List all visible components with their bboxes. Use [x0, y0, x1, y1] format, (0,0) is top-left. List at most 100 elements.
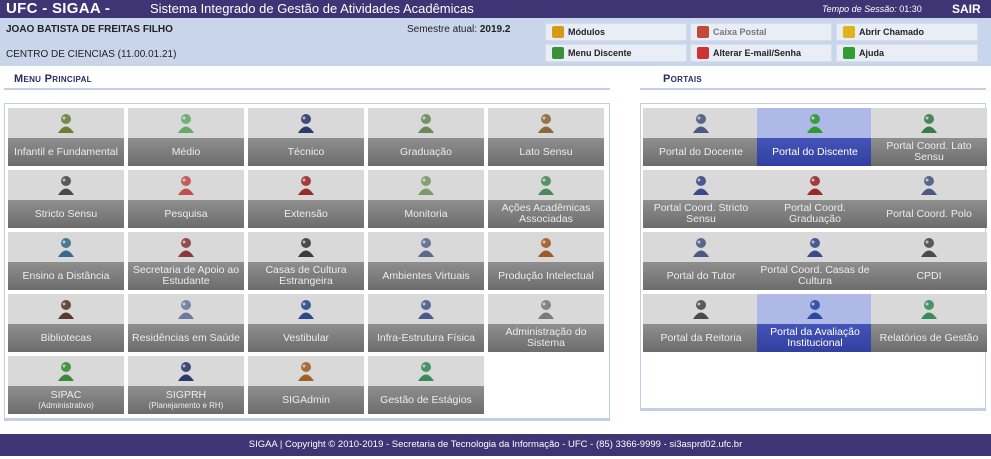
portals-panel: Portal do Docente Portal do Discente Porta…: [640, 103, 987, 411]
tile-title: SIPAC: [50, 388, 82, 401]
tile-doctor[interactable]: Residências em Saúde: [128, 294, 244, 352]
tile-books-stack[interactable]: Graduação: [368, 108, 484, 166]
footer: SIGAA | Copyright © 2010-2019 - Secretar…: [0, 434, 991, 456]
tile-pencil[interactable]: Médio: [128, 108, 244, 166]
user-info-bar: JOAO BATISTA DE FREITAS FILHO CENTRO DE …: [0, 18, 991, 66]
briefcase-icon: [55, 174, 77, 196]
tile-label: Portal da Avaliação Institucional: [757, 324, 873, 352]
quick-link-help[interactable]: Ajuda: [836, 44, 978, 62]
portals-title: Portais: [663, 73, 703, 85]
quick-link-ticket[interactable]: Abrir Chamado: [836, 23, 978, 41]
tile-book[interactable]: Técnico: [248, 108, 364, 166]
tile-globe[interactable]: Ensino a Distância: [8, 232, 124, 290]
tile-notebook[interactable]: Lato Sensu: [488, 108, 604, 166]
tile-title: Ações Acadêmicas Associadas: [501, 202, 591, 225]
tile-gear[interactable]: Administração do Sistema: [488, 294, 604, 352]
tile-reports[interactable]: Relatórios de Gestão: [871, 294, 987, 352]
tile-tutor[interactable]: Portal do Tutor: [643, 232, 759, 290]
tile-title: Gestão de Estágios: [380, 393, 472, 406]
tile-student[interactable]: Portal do Discente: [757, 108, 873, 166]
tile-title: Ambientes Virtuais: [382, 269, 470, 282]
tile-label: CPDI: [871, 262, 987, 290]
tile-person[interactable]: SIGPRH (Planejamento e RH): [128, 356, 244, 414]
tile-admin-user[interactable]: SIGAdmin: [248, 356, 364, 414]
tile-polo[interactable]: Portal Coord. Polo: [871, 170, 987, 228]
polo-icon: [918, 174, 940, 196]
tile-teacher[interactable]: Portal do Docente: [643, 108, 759, 166]
tile-label: Médio: [128, 138, 244, 166]
tile-label: Lato Sensu: [488, 138, 604, 166]
quick-link-label: Alterar E-mail/Senha: [713, 48, 802, 58]
doctor-icon: [175, 298, 197, 320]
system-name: Sistema Integrado de Gestão de Atividade…: [150, 1, 474, 16]
presentation-board-icon: [415, 174, 437, 196]
money-icon: [55, 360, 77, 382]
culture-icon: [295, 236, 317, 258]
brand-title: UFC - SIGAA -: [6, 0, 111, 17]
tile-coordinator-blue[interactable]: Portal Coord. Stricto Sensu: [643, 170, 759, 228]
globe-icon: [55, 236, 77, 258]
student-menu-icon: [552, 47, 564, 59]
gift-icon: [295, 174, 317, 196]
tile-label: Gestão de Estágios: [368, 386, 484, 414]
change-password-icon: [697, 47, 709, 59]
person-icon: [175, 360, 197, 382]
flask-icon: [175, 174, 197, 196]
tile-label: Casas de Cultura Estrangeira: [248, 262, 364, 290]
quick-link-label: Menu Discente: [568, 48, 632, 58]
tile-pencil-cup[interactable]: Infantil e Fundamental: [8, 108, 124, 166]
user-name: JOAO BATISTA DE FREITAS FILHO: [6, 24, 173, 35]
tutor-icon: [690, 236, 712, 258]
book-icon: [295, 112, 317, 134]
tile-rector[interactable]: Portal da Reitoria: [643, 294, 759, 352]
tile-label: Infantil e Fundamental: [8, 138, 124, 166]
tile-coordinator-red[interactable]: Portal Coord. Graduação: [757, 170, 873, 228]
quick-link-change-password[interactable]: Alterar E-mail/Senha: [690, 44, 832, 62]
tile-cpdi[interactable]: CPDI: [871, 232, 987, 290]
tile-money[interactable]: SIPAC (Administrativo): [8, 356, 124, 414]
tile-culture[interactable]: Casas de Cultura Estrangeira: [248, 232, 364, 290]
tile-label: Portal do Tutor: [643, 262, 759, 290]
tile-coordinator-culture[interactable]: Portal Coord. Casas de Cultura: [757, 232, 873, 290]
tile-presentation-board[interactable]: Monitoria: [368, 170, 484, 228]
tile-label: Vestibular: [248, 324, 364, 352]
tile-label: Pesquisa: [128, 200, 244, 228]
user-unit: CENTRO DE CIENCIAS (11.00.01.21): [6, 49, 177, 60]
tile-vestibular[interactable]: Vestibular: [248, 294, 364, 352]
tile-group[interactable]: Ambientes Virtuais: [368, 232, 484, 290]
tile-title: Portal Coord. Casas de Cultura: [760, 264, 870, 287]
quick-link-student-menu[interactable]: Menu Discente: [545, 44, 687, 62]
quick-link-mailbox[interactable]: Caixa Postal: [690, 23, 832, 41]
tile-internship[interactable]: Gestão de Estágios: [368, 356, 484, 414]
tile-title: Portal do Discente: [772, 145, 858, 158]
tile-open-book[interactable]: Bibliotecas: [8, 294, 124, 352]
tile-evaluation[interactable]: Portal da Avaliação Institucional: [757, 294, 873, 352]
tile-label: Bibliotecas: [8, 324, 124, 352]
quick-link-modules[interactable]: Módulos: [545, 23, 687, 41]
tile-puzzle[interactable]: Ações Acadêmicas Associadas: [488, 170, 604, 228]
modules-icon: [552, 26, 564, 38]
tile-title: Extensão: [284, 207, 328, 220]
tile-coordinator-green[interactable]: Portal Coord. Lato Sensu: [871, 108, 987, 166]
tile-title: Vestibular: [282, 331, 330, 344]
tile-briefcase[interactable]: Stricto Sensu: [8, 170, 124, 228]
books-stack-icon: [415, 112, 437, 134]
tile-title: Portal Coord. Graduação: [784, 202, 846, 225]
semester-value: 2019.2: [479, 24, 511, 35]
user-check-icon: [535, 236, 557, 258]
pencil-icon: [175, 112, 197, 134]
tile-flask[interactable]: Pesquisa: [128, 170, 244, 228]
quick-link-label: Abrir Chamado: [859, 27, 925, 37]
logout-button[interactable]: SAIR: [952, 0, 981, 18]
tile-title: Portal da Avaliação Institucional: [770, 326, 860, 349]
tile-title: Infantil e Fundamental: [14, 145, 118, 158]
tile-network[interactable]: Infra-Estrutura Física: [368, 294, 484, 352]
coordinator-red-icon: [804, 174, 826, 196]
tile-secretary[interactable]: Secretaria de Apoio ao Estudante: [128, 232, 244, 290]
teacher-icon: [690, 112, 712, 134]
tile-user-check[interactable]: Produção Intelectual: [488, 232, 604, 290]
notebook-icon: [535, 112, 557, 134]
tile-title: Pesquisa: [164, 207, 208, 220]
tile-label: Secretaria de Apoio ao Estudante: [128, 262, 244, 290]
tile-gift[interactable]: Extensão: [248, 170, 364, 228]
